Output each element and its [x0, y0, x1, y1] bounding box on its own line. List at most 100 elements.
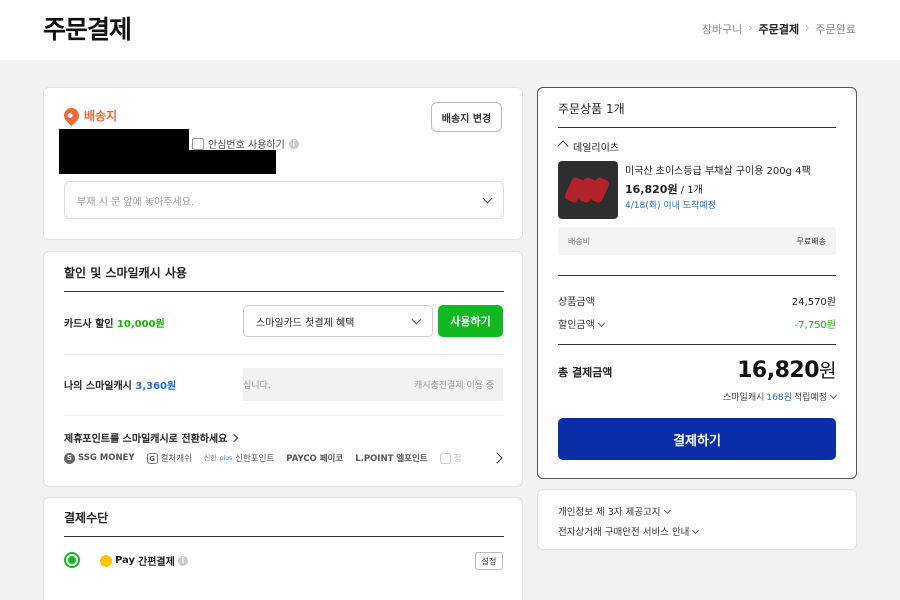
- safe-number-label: 안심번호 사용하기: [208, 140, 285, 151]
- product-price-row: 16,820원 / 1개: [625, 181, 703, 197]
- delivery-memo-select[interactable]: 부재 시 문 앞에 놓아주세요.: [64, 181, 504, 219]
- product-price: 16,820원: [625, 183, 678, 196]
- breadcrumb-separator-icon: ›: [748, 21, 753, 34]
- partner-lpoint-label: L.POINT 엘포인트: [355, 454, 428, 464]
- smile-cash-row: 나의 스마일캐시 3,360원: [64, 377, 176, 392]
- divider: [64, 354, 504, 355]
- smile-pay-logo-icon: [100, 554, 112, 567]
- goods-amount-row: 상품금액 24,570원: [558, 293, 836, 308]
- convert-points-label: 제휴포인트를 스마일캐시로 전환하세요: [64, 434, 228, 445]
- partner-shinhan[interactable]: 신한 plus 신한포인트: [204, 452, 274, 464]
- smile-cash-amount: 3,360원: [135, 381, 177, 392]
- partner-more[interactable]: 정: [439, 452, 462, 464]
- shinhan-plus-icon: plus: [219, 454, 233, 462]
- convert-points-link[interactable]: 제휴포인트를 스마일캐시로 전환하세요: [64, 430, 239, 445]
- card-discount-label: 카드사 할인: [64, 319, 114, 330]
- breadcrumb-cart: 장바구니: [701, 23, 743, 36]
- partner-lpoint[interactable]: L.POINT 엘포인트: [355, 452, 427, 464]
- breadcrumb: 장바구니 › 주문결제 › 주문완료: [702, 21, 856, 37]
- total-amount-unit: 원: [819, 360, 836, 382]
- divider: [64, 536, 504, 537]
- easy-pay-option[interactable]: Pay 간편결제 i: [100, 553, 188, 568]
- card-discount-amount: 10,000원: [116, 319, 165, 330]
- smile-cash-label: 나의 스마일캐시: [64, 381, 132, 392]
- top-header: 주문결제 장바구니 › 주문결제 › 주문완료: [0, 0, 900, 60]
- safe-number-checkbox[interactable]: [192, 137, 204, 150]
- payment-card: 결제수단 Pay 간편결제 i 설정: [43, 497, 523, 600]
- partner-list: S SSG MONEY G 컬처캐쉬 신한 plus 신한포인트 PAYCO 페…: [64, 450, 504, 466]
- total-amount-value: 16,820: [737, 358, 820, 383]
- summary-title: 주문상품 1개: [558, 102, 625, 116]
- card-discount-row: 카드사 할인 10,000원: [64, 315, 165, 330]
- divider: [64, 415, 504, 416]
- divider: [558, 275, 836, 276]
- location-pin-icon: [60, 104, 83, 127]
- partner-more-logo-icon: [439, 452, 451, 464]
- breadcrumb-checkout: 주문결제: [758, 23, 800, 36]
- discount-amount-label: 할인금액: [558, 320, 595, 331]
- discount-amount-toggle[interactable]: 할인금액: [558, 316, 605, 331]
- discount-amount-value: -7,750원: [794, 320, 836, 331]
- shipping-fee-label: 배송비: [568, 236, 591, 246]
- card-benefit-select[interactable]: 스마일카드 첫결제 혜택: [243, 305, 433, 337]
- culture-logo-icon: G: [146, 452, 158, 464]
- partner-ssg[interactable]: S SSG MONEY: [64, 452, 135, 464]
- privacy-notice-link[interactable]: 개인정보 제 3자 제공고지: [558, 504, 671, 518]
- policy-card: 개인정보 제 3자 제공고지 전자상거래 구매안전 서비스 안내: [537, 489, 857, 550]
- shipping-fee-row: 배송비 무료배송: [558, 227, 836, 255]
- shipping-card: 배송지 배송지 변경 안심번호 사용하기 i 부재 시 문 앞에 놓아주세요.: [43, 87, 523, 240]
- shinhan-logo-icon: 신한: [203, 454, 217, 462]
- easy-pay-label: 간편결제: [138, 557, 175, 568]
- discount-amount-row[interactable]: 할인금액 -7,750원: [558, 316, 836, 331]
- chevron-down-icon: [597, 319, 605, 328]
- shipping-fee-value: 무료배송: [796, 236, 826, 246]
- change-address-button[interactable]: 배송지 변경: [431, 102, 502, 132]
- use-discount-button[interactable]: 사용하기: [438, 305, 503, 337]
- partner-culture[interactable]: G 컬처캐쉬: [146, 452, 192, 464]
- safe-number-option[interactable]: 안심번호 사용하기 i: [192, 136, 299, 151]
- partner-more-label: 정: [453, 454, 462, 464]
- chevron-down-icon: [411, 314, 422, 324]
- chevron-down-icon: [663, 506, 671, 514]
- shop-name[interactable]: 데일리이츠: [558, 139, 619, 154]
- info-icon[interactable]: i: [288, 138, 299, 149]
- smile-cash-earn[interactable]: 스마일캐시 168원 적립예정: [723, 390, 838, 403]
- payment-settings-button[interactable]: 설정: [475, 552, 503, 570]
- partner-ssg-label: SSG MONEY: [78, 453, 135, 463]
- home-icon: [558, 142, 569, 151]
- redacted-address: [59, 150, 276, 174]
- delivery-memo-text: 부재 시 문 앞에 놓아주세요.: [77, 196, 195, 208]
- partner-shinhan-label: 신한포인트: [235, 454, 275, 464]
- page-title: 주문결제: [43, 15, 132, 44]
- total-amount: 16,820원: [737, 356, 836, 383]
- product-name: 미국산 초이스등급 부채살 구이용 200g 4팩: [625, 166, 811, 177]
- discount-card: 할인 및 스마일캐시 사용 카드사 할인 10,000원 스마일카드 첫결제 혜…: [43, 251, 523, 487]
- card-benefit-value: 스마일카드 첫결제 혜택: [256, 317, 355, 329]
- product-thumbnail: [558, 161, 618, 219]
- pay-button[interactable]: 결제하기: [558, 418, 836, 460]
- earn-prefix: 스마일캐시: [723, 393, 765, 403]
- divider: [558, 344, 836, 345]
- smile-cash-notice: 캐시충전결제 이용 중: [414, 381, 495, 391]
- divider: [558, 127, 836, 128]
- goods-amount-label: 상품금액: [558, 297, 595, 308]
- order-summary-card: 주문상품 1개 데일리이츠 미국산 초이스등급 부채살 구이용 200g 4팩 …: [537, 87, 857, 479]
- shipping-title: 배송지: [60, 104, 117, 127]
- partner-payco[interactable]: PAYCO 페이코: [286, 452, 343, 464]
- info-icon[interactable]: i: [177, 555, 188, 566]
- smile-cash-input[interactable]: 십니다. 캐시충전결제 이용 중: [243, 368, 503, 401]
- easy-pay-radio[interactable]: [64, 552, 80, 568]
- redacted-name: [59, 129, 189, 151]
- ssg-logo-icon: S: [64, 452, 75, 464]
- divider: [64, 291, 504, 292]
- payment-title: 결제수단: [64, 511, 109, 525]
- delivery-eta: 4/18(화) 이내 도착예정: [625, 201, 716, 211]
- breadcrumb-complete: 주문완료: [815, 23, 856, 36]
- safety-service-link[interactable]: 전자상거래 구매안전 서비스 안내: [558, 524, 700, 538]
- safety-service-label: 전자상거래 구매안전 서비스 안내: [558, 527, 690, 538]
- product-qty: / 1개: [677, 185, 703, 196]
- partner-culture-label: 컬처캐쉬: [160, 454, 192, 464]
- total-label: 총 결제금액: [558, 366, 613, 379]
- chevron-down-icon: [482, 193, 493, 203]
- chevron-down-icon: [692, 526, 700, 534]
